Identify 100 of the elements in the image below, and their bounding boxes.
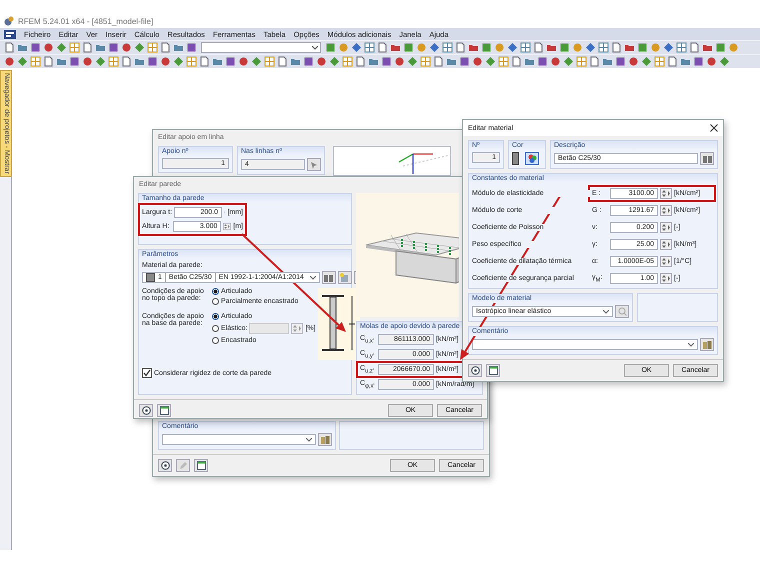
folder-icon[interactable] bbox=[56, 56, 67, 67]
grid-icon[interactable] bbox=[147, 42, 158, 53]
spinner-icon[interactable] bbox=[660, 256, 672, 267]
spinner-icon[interactable] bbox=[223, 221, 232, 232]
diamond-icon[interactable] bbox=[173, 56, 184, 67]
library-button[interactable] bbox=[700, 152, 714, 165]
spinner-icon[interactable] bbox=[660, 273, 672, 284]
grid-icon[interactable] bbox=[498, 56, 509, 67]
diamond-icon[interactable] bbox=[563, 56, 574, 67]
grid-icon[interactable] bbox=[520, 42, 531, 53]
spinner-icon[interactable] bbox=[660, 222, 672, 233]
circle-icon[interactable] bbox=[472, 56, 483, 67]
diamond-icon[interactable] bbox=[485, 56, 496, 67]
document-icon[interactable] bbox=[511, 56, 522, 67]
square-icon[interactable] bbox=[715, 42, 726, 53]
units-button[interactable] bbox=[486, 364, 500, 377]
circle-icon[interactable] bbox=[316, 56, 327, 67]
folder-icon[interactable] bbox=[290, 56, 301, 67]
folder-icon[interactable] bbox=[680, 56, 691, 67]
toolbar-dropdown[interactable] bbox=[201, 42, 321, 53]
pick-button[interactable] bbox=[307, 158, 321, 171]
grid-icon[interactable] bbox=[420, 56, 431, 67]
document-icon[interactable] bbox=[433, 56, 444, 67]
units-button[interactable] bbox=[157, 404, 171, 417]
new-material-button[interactable] bbox=[338, 271, 352, 284]
help-button[interactable] bbox=[158, 459, 172, 472]
document-icon[interactable] bbox=[121, 56, 132, 67]
grid-icon[interactable] bbox=[676, 42, 687, 53]
help-button[interactable] bbox=[139, 404, 153, 417]
diamond-icon[interactable] bbox=[407, 56, 418, 67]
document-icon[interactable] bbox=[589, 56, 600, 67]
diamond-icon[interactable] bbox=[641, 56, 652, 67]
folder-icon[interactable] bbox=[602, 56, 613, 67]
diamond-icon[interactable] bbox=[719, 56, 730, 67]
library-button[interactable] bbox=[318, 433, 332, 446]
circle-icon[interactable] bbox=[394, 56, 405, 67]
grid-icon[interactable] bbox=[108, 56, 119, 67]
square-icon[interactable] bbox=[403, 42, 414, 53]
circle-icon[interactable] bbox=[4, 56, 15, 67]
circle-icon[interactable] bbox=[550, 56, 561, 67]
square-icon[interactable] bbox=[30, 42, 41, 53]
folder-icon[interactable] bbox=[446, 56, 457, 67]
grid-icon[interactable] bbox=[69, 42, 80, 53]
document-icon[interactable] bbox=[667, 56, 678, 67]
square-icon[interactable] bbox=[693, 56, 704, 67]
grid-icon[interactable] bbox=[598, 42, 609, 53]
square-icon[interactable] bbox=[225, 56, 236, 67]
square-icon[interactable] bbox=[637, 42, 648, 53]
circle-icon[interactable] bbox=[121, 42, 132, 53]
library-button[interactable] bbox=[700, 338, 714, 351]
diamond-icon[interactable] bbox=[329, 56, 340, 67]
folder-icon[interactable] bbox=[368, 56, 379, 67]
document-icon[interactable] bbox=[43, 56, 54, 67]
comment-dropdown[interactable] bbox=[162, 434, 316, 445]
document-icon[interactable] bbox=[277, 56, 288, 67]
spinner-icon[interactable] bbox=[660, 188, 672, 199]
folder-icon[interactable] bbox=[134, 56, 145, 67]
square-icon[interactable] bbox=[559, 42, 570, 53]
help-button[interactable] bbox=[468, 364, 482, 377]
square-icon[interactable] bbox=[69, 56, 80, 67]
circle-icon[interactable] bbox=[628, 56, 639, 67]
app-logo-icon[interactable] bbox=[4, 30, 16, 38]
circle-icon[interactable] bbox=[706, 56, 717, 67]
square-icon[interactable] bbox=[481, 42, 492, 53]
grid-icon[interactable] bbox=[342, 56, 353, 67]
folder-icon[interactable] bbox=[212, 56, 223, 67]
grid-icon[interactable] bbox=[186, 56, 197, 67]
spinner-icon[interactable] bbox=[660, 239, 672, 250]
square-icon[interactable] bbox=[459, 56, 470, 67]
square-icon[interactable] bbox=[381, 56, 392, 67]
grid-icon[interactable] bbox=[364, 42, 375, 53]
spinner-icon[interactable] bbox=[660, 205, 672, 216]
circle-icon[interactable] bbox=[82, 56, 93, 67]
diamond-icon[interactable] bbox=[251, 56, 262, 67]
diamond-icon[interactable] bbox=[17, 56, 28, 67]
close-icon[interactable] bbox=[710, 124, 718, 132]
circle-icon[interactable] bbox=[160, 56, 171, 67]
comment-dropdown[interactable] bbox=[472, 339, 698, 350]
square-icon[interactable] bbox=[186, 42, 197, 53]
grid-icon[interactable] bbox=[576, 56, 587, 67]
spinner-icon[interactable] bbox=[291, 323, 304, 334]
circle-icon[interactable] bbox=[43, 42, 54, 53]
square-icon[interactable] bbox=[303, 56, 314, 67]
grid-icon[interactable] bbox=[442, 42, 453, 53]
square-icon[interactable] bbox=[615, 56, 626, 67]
square-icon[interactable] bbox=[147, 56, 158, 67]
library-button[interactable] bbox=[322, 271, 336, 284]
document-icon[interactable] bbox=[199, 56, 210, 67]
circle-icon[interactable] bbox=[238, 56, 249, 67]
square-icon[interactable] bbox=[108, 42, 119, 53]
units-button[interactable] bbox=[194, 459, 208, 472]
grid-icon[interactable] bbox=[30, 56, 41, 67]
color-picker-button[interactable] bbox=[525, 152, 539, 165]
document-icon[interactable] bbox=[355, 56, 366, 67]
square-icon[interactable] bbox=[325, 42, 336, 53]
grid-icon[interactable] bbox=[264, 56, 275, 67]
diamond-icon[interactable] bbox=[95, 56, 106, 67]
square-icon[interactable] bbox=[537, 56, 548, 67]
grid-icon[interactable] bbox=[654, 56, 665, 67]
folder-icon[interactable] bbox=[524, 56, 535, 67]
